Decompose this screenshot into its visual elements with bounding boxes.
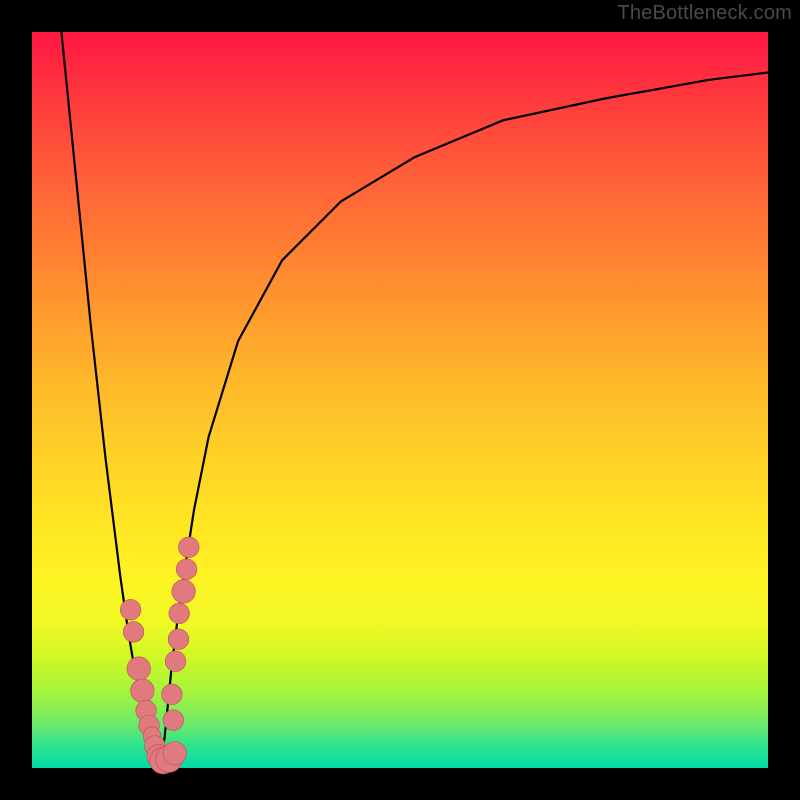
chart-frame bbox=[0, 0, 800, 800]
series-bottleneck-right bbox=[160, 72, 768, 760]
chart-wrapper: TheBottleneck.com bbox=[0, 0, 800, 800]
marker-12 bbox=[165, 651, 186, 672]
marker-1 bbox=[123, 622, 144, 643]
marker-13 bbox=[168, 629, 189, 650]
chart-svg bbox=[32, 32, 768, 768]
marker-2 bbox=[127, 657, 151, 681]
plot-area bbox=[32, 32, 768, 768]
marker-14 bbox=[169, 603, 190, 624]
marker-0 bbox=[120, 599, 141, 620]
marker-18 bbox=[162, 684, 183, 705]
series-bottleneck-left bbox=[61, 32, 160, 761]
marker-3 bbox=[131, 679, 155, 703]
marker-15 bbox=[172, 580, 196, 604]
marker-17 bbox=[178, 537, 199, 558]
marker-19 bbox=[163, 710, 184, 731]
bottleneck-curves bbox=[61, 32, 768, 761]
marker-16 bbox=[176, 559, 197, 580]
watermark-text: TheBottleneck.com bbox=[617, 2, 792, 25]
marker-11 bbox=[163, 742, 187, 766]
